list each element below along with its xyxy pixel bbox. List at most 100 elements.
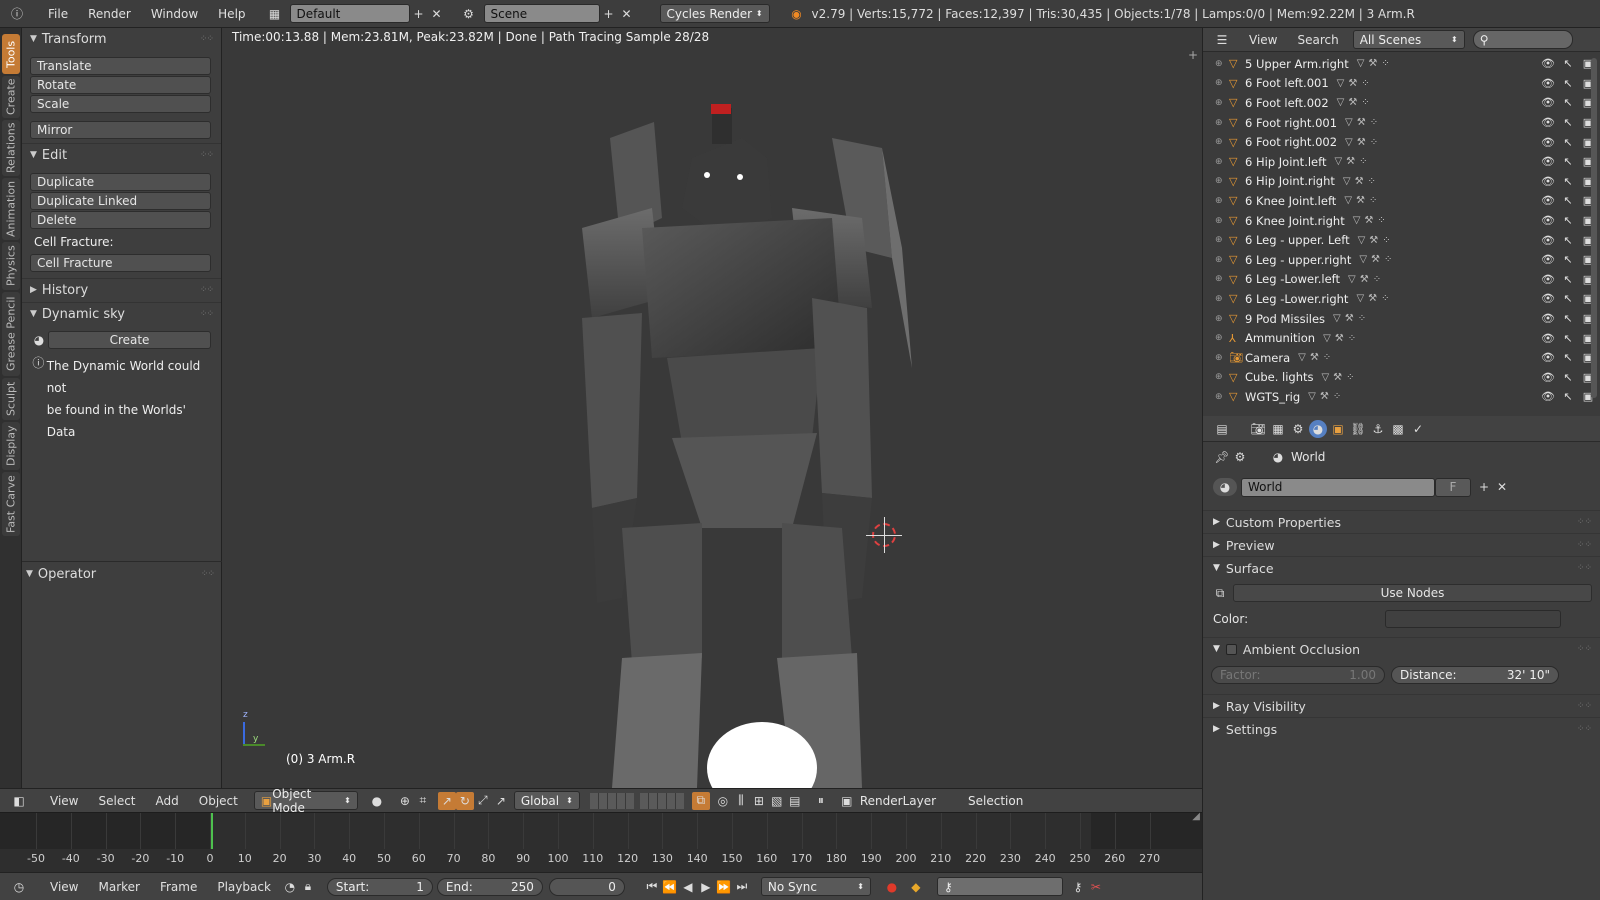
panel-dynamic-sky-header[interactable]: ▼ Dynamic sky ⁘⁘	[22, 303, 221, 325]
sync-selector[interactable]: No Sync ⬍	[760, 877, 871, 896]
outliner-row[interactable]: ⊕ ▽ 6 Leg - upper. Left ▽⚒⁘ 👁︎ ↖ ▣	[1203, 230, 1600, 250]
visibility-eye-icon[interactable]: 👁︎	[1540, 57, 1556, 70]
translate-button[interactable]: Translate	[30, 57, 211, 75]
current-frame-field[interactable]: 0	[548, 877, 625, 896]
expand-toggle-icon[interactable]: ⊕	[1215, 314, 1229, 324]
duplicate-linked-button[interactable]: Duplicate Linked	[30, 192, 211, 210]
expand-toggle-icon[interactable]: ⊕	[1215, 333, 1229, 343]
delete-button[interactable]: Delete	[30, 211, 211, 229]
outliner-row[interactable]: ⊕ ▽ 6 Knee Joint.left ▽⚒⁘ 👁︎ ↖ ▣	[1203, 191, 1600, 211]
menu-object[interactable]: Object	[189, 794, 248, 808]
rotate-button[interactable]: Rotate	[30, 76, 211, 94]
ray-visibility-header[interactable]: ▶ Ray Visibility ⁘⁘	[1203, 694, 1600, 717]
selectable-cursor-icon[interactable]: ↖	[1560, 77, 1576, 90]
layer-grid-2[interactable]	[639, 792, 684, 809]
selectable-cursor-icon[interactable]: ↖	[1560, 57, 1576, 70]
visibility-eye-icon[interactable]: 👁︎	[1540, 253, 1556, 266]
constraints-tab-icon[interactable]: ⛓	[1349, 420, 1367, 438]
visibility-eye-icon[interactable]: 👁︎	[1540, 96, 1556, 109]
jump-prev-key-icon[interactable]: ⏪	[661, 878, 679, 896]
create-sky-button[interactable]: Create	[48, 331, 211, 349]
snap-element-icon[interactable]: ⫼	[732, 792, 750, 810]
visibility-eye-icon[interactable]: 👁︎	[1540, 234, 1556, 247]
cell-fracture-button[interactable]: Cell Fracture	[30, 254, 211, 272]
corner-drag-icon[interactable]: ◢	[1192, 811, 1200, 822]
scale-manip-icon[interactable]: ⤢	[474, 792, 492, 810]
play-reverse-icon[interactable]: ◀	[679, 878, 697, 896]
selectable-cursor-icon[interactable]: ↖	[1560, 292, 1576, 305]
visibility-eye-icon[interactable]: 👁︎	[1540, 77, 1556, 90]
selectable-cursor-icon[interactable]: ↖	[1560, 175, 1576, 188]
visibility-eye-icon[interactable]: 👁︎	[1540, 351, 1556, 364]
outliner-row[interactable]: ⊕ ⅄ Ammunition ▽⚒⁘ 👁︎ ↖ ▣	[1203, 328, 1600, 348]
pivot-icon[interactable]: ⊕	[396, 792, 414, 810]
drag-grip-icon[interactable]: ⁘⁘	[1577, 701, 1592, 711]
drag-grip-icon[interactable]: ⁘⁘	[1577, 517, 1592, 527]
remove-scene-icon[interactable]: ✕	[618, 5, 636, 23]
manipulator-icon[interactable]: ⌗	[414, 792, 432, 810]
scene-icon[interactable]: ⚙	[460, 5, 478, 23]
3d-viewport[interactable]: Time:00:13.88 | Mem:23.81M, Peak:23.82M …	[222, 28, 1202, 788]
visibility-eye-icon[interactable]: 👁︎	[1540, 136, 1556, 149]
outliner-row[interactable]: ⊕ ▽ 6 Foot left.002 ▽⚒⁘ 👁︎ ↖ ▣	[1203, 93, 1600, 113]
proportional-edit-icon[interactable]: ◎	[714, 792, 732, 810]
fake-user-button[interactable]: F	[1435, 477, 1471, 497]
preview-header[interactable]: ▶ Preview ⁘⁘	[1203, 533, 1600, 556]
pause-icon[interactable]: ⏸	[812, 792, 830, 810]
expand-toggle-icon[interactable]: ⊕	[1215, 353, 1229, 363]
outliner-row[interactable]: ⊕ ▽ 6 Knee Joint.right ▽⚒⁘ 👁︎ ↖ ▣	[1203, 211, 1600, 231]
layers-tab-icon[interactable]: ▦	[1269, 420, 1287, 438]
world-browse-icon[interactable]: ◕	[1213, 478, 1237, 496]
expand-toggle-icon[interactable]: ⊕	[1215, 274, 1229, 284]
world-name-field[interactable]: World	[1241, 477, 1435, 497]
tab-create[interactable]: Create	[2, 76, 20, 118]
expand-toggle-icon[interactable]: ⊕	[1215, 294, 1229, 304]
selectable-cursor-icon[interactable]: ↖	[1560, 273, 1576, 286]
add-scene-icon[interactable]: +	[600, 5, 618, 23]
preview-range-icon[interactable]: ◔	[281, 878, 299, 896]
visibility-eye-icon[interactable]: 👁︎	[1540, 332, 1556, 345]
tab-fast-carve[interactable]: Fast Carve	[2, 472, 20, 536]
tab-grease-pencil[interactable]: Grease Pencil	[2, 292, 20, 376]
outliner-row[interactable]: ⊕ ▽ 6 Hip Joint.left ▽⚒⁘ 👁︎ ↖ ▣	[1203, 152, 1600, 172]
ao-distance-field[interactable]: Distance: 32' 10"	[1391, 666, 1559, 684]
visibility-eye-icon[interactable]: 👁︎	[1540, 155, 1556, 168]
render-engine-selector[interactable]: Cycles Render ⬍	[659, 4, 770, 23]
selectable-cursor-icon[interactable]: ↖	[1560, 155, 1576, 168]
selectable-cursor-icon[interactable]: ↖	[1560, 332, 1576, 345]
object-tab-icon[interactable]: ▣	[1329, 420, 1347, 438]
expand-toggle-icon[interactable]: ⊕	[1215, 216, 1229, 226]
menu-frame[interactable]: Frame	[150, 880, 207, 894]
visibility-eye-icon[interactable]: 👁︎	[1540, 116, 1556, 129]
ambient-occlusion-header[interactable]: ▼ Ambient Occlusion ⁘⁘	[1203, 637, 1600, 660]
expand-toggle-icon[interactable]: ⊕	[1215, 118, 1229, 128]
ao-factor-field[interactable]: Factor: 1.00	[1211, 666, 1385, 684]
timeline-editor-icon[interactable]: ◷	[10, 878, 28, 896]
selection-label[interactable]: Selection	[968, 794, 1023, 808]
outliner-row[interactable]: ⊕ ▽ 6 Leg - upper.right ▽⚒⁘ 👁︎ ↖ ▣	[1203, 250, 1600, 270]
play-icon[interactable]: ▶	[697, 878, 715, 896]
expand-toggle-icon[interactable]: ⊕	[1215, 392, 1229, 402]
outliner-row[interactable]: ⊕ ▽ 6 Foot left.001 ▽⚒⁘ 👁︎ ↖ ▣	[1203, 74, 1600, 94]
selectable-cursor-icon[interactable]: ↖	[1560, 390, 1576, 403]
drag-grip-icon[interactable]: ⁘⁘	[1577, 644, 1592, 654]
tab-tools[interactable]: Tools	[2, 34, 20, 74]
mirror-button[interactable]: Mirror	[30, 121, 211, 139]
screen-layout-icon[interactable]: ▦	[266, 5, 284, 23]
expand-toggle-icon[interactable]: ⊕	[1215, 157, 1229, 167]
visibility-eye-icon[interactable]: 👁︎	[1540, 371, 1556, 384]
outliner-row[interactable]: ⊕ ▽ 6 Leg -Lower.right ▽⚒⁘ 👁︎ ↖ ▣	[1203, 289, 1600, 309]
expand-toggle-icon[interactable]: ⊕	[1215, 78, 1229, 88]
orientation-selector[interactable]: Global ⬍	[513, 791, 580, 810]
selectable-cursor-icon[interactable]: ↖	[1560, 312, 1576, 325]
menu-render[interactable]: Render	[78, 7, 141, 21]
add-layout-icon[interactable]: +	[410, 5, 428, 23]
expand-toggle-icon[interactable]: ⊕	[1215, 196, 1229, 206]
render-layer-name[interactable]: RenderLayer	[860, 794, 936, 808]
texture-tab-icon[interactable]: ▩	[1389, 420, 1407, 438]
render-layer-icon[interactable]: ▣	[838, 792, 856, 810]
record-icon[interactable]: ●	[883, 878, 901, 896]
tab-display[interactable]: Display	[2, 422, 20, 470]
menu-view[interactable]: View	[1239, 33, 1287, 47]
color-swatch[interactable]	[1385, 610, 1561, 628]
